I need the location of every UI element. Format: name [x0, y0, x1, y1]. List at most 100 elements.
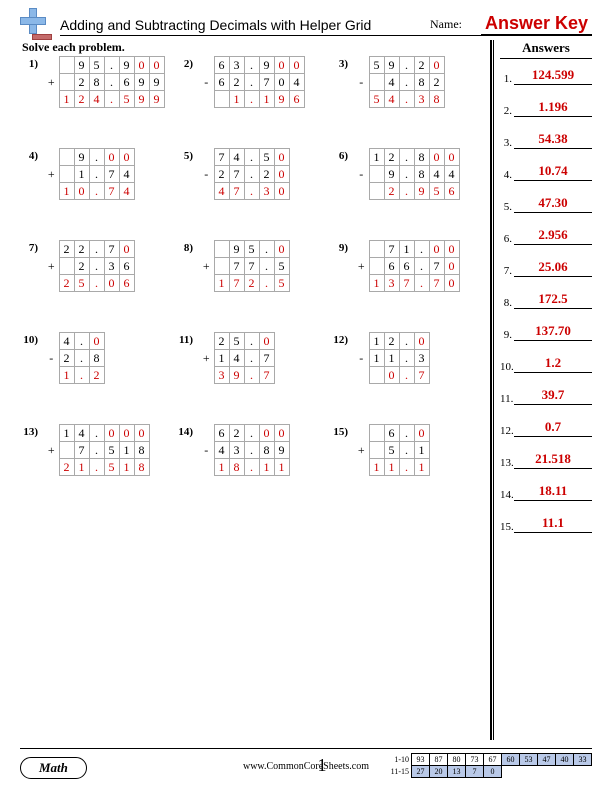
operator: -	[44, 350, 59, 367]
answer-number: 1.	[500, 73, 514, 85]
answer-value: 172.5	[514, 291, 592, 309]
grid-cell: 5	[369, 91, 384, 108]
answer-line: 3.54.38	[500, 131, 592, 149]
answer-number: 13.	[500, 457, 514, 469]
grid-cell: 1	[369, 149, 384, 166]
grid-cell: 0	[89, 333, 104, 350]
grid-cell: .	[89, 183, 104, 200]
score-cell: 67	[484, 754, 502, 766]
grid-cell: 2	[229, 425, 244, 442]
grid-cell: 5	[244, 241, 259, 258]
grid-cell: 2	[244, 275, 259, 292]
grid-cell: 1	[369, 333, 384, 350]
problem-number: 2)	[177, 56, 199, 70]
grid-cell	[369, 425, 384, 442]
grid-cell: 0	[274, 425, 289, 442]
grid-cell: 5	[274, 275, 289, 292]
grid-cell: .	[399, 74, 414, 91]
grid-cell: 0	[289, 57, 304, 74]
grid-cell: 6	[444, 183, 459, 200]
helper-grid: 22.70+2.3625.06	[44, 240, 135, 292]
grid-cell: .	[244, 350, 259, 367]
grid-cell: 5	[384, 442, 399, 459]
grid-cell: 9	[414, 183, 429, 200]
grid-cell: .	[399, 367, 414, 384]
problem: 6)12.800-9.8442.956	[332, 148, 480, 200]
grid-cell: 5	[274, 258, 289, 275]
grid-cell: 2	[74, 74, 89, 91]
grid-cell: 1	[274, 459, 289, 476]
grid-cell: 3	[229, 442, 244, 459]
grid-cell: 1	[74, 166, 89, 183]
problem-number: 1)	[22, 56, 44, 70]
score-cell: 87	[430, 754, 448, 766]
grid-cell: 1	[384, 459, 399, 476]
answer-number: 11.	[500, 393, 514, 405]
grid-cell: .	[244, 367, 259, 384]
grid-cell: 0	[119, 241, 134, 258]
grid-cell: .	[399, 149, 414, 166]
divider	[493, 40, 494, 740]
grid-cell: 2	[384, 333, 399, 350]
grid-cell: 0	[429, 241, 444, 258]
problem: 13)14.000+7.51821.518	[22, 424, 170, 476]
helper-grid: 4.0-2.81.2	[44, 332, 105, 384]
problem-number: 15)	[332, 424, 354, 438]
grid-cell	[369, 367, 384, 384]
grid-cell: 8	[259, 442, 274, 459]
score-cell: 80	[448, 754, 466, 766]
grid-cell: 1	[59, 425, 74, 442]
grid-cell: 2	[74, 241, 89, 258]
grid-cell: 0	[104, 425, 119, 442]
grid-cell: .	[74, 333, 89, 350]
score-cell: 93	[412, 754, 430, 766]
score-cell: 47	[538, 754, 556, 766]
grid-cell: .	[399, 350, 414, 367]
grid-cell	[214, 91, 229, 108]
grid-cell: 2	[429, 74, 444, 91]
grid-cell: 1	[59, 91, 74, 108]
grid-cell: 0	[429, 57, 444, 74]
answer-value: 137.70	[514, 323, 592, 341]
problem: 1)95.900+28.699124.599	[22, 56, 170, 108]
grid-cell: 1	[229, 91, 244, 108]
grid-cell: 9	[229, 241, 244, 258]
operator: +	[44, 258, 59, 275]
grid-cell: 0	[104, 149, 119, 166]
answer-line: 13.21.518	[500, 451, 592, 469]
grid-cell: 7	[104, 183, 119, 200]
score-cell: 33	[574, 754, 592, 766]
grid-cell: 7	[429, 258, 444, 275]
grid-cell	[59, 442, 74, 459]
answer-value: 1.196	[514, 99, 592, 117]
problem-number: 10)	[22, 332, 44, 346]
grid-cell: 7	[104, 166, 119, 183]
helper-grid: 74.50-27.2047.30	[199, 148, 290, 200]
logo-icon	[20, 8, 52, 40]
score-cell: 13	[448, 766, 466, 778]
grid-cell: .	[259, 241, 274, 258]
grid-cell: .	[89, 149, 104, 166]
grid-cell: 9	[384, 57, 399, 74]
grid-cell: 8	[414, 166, 429, 183]
grid-cell: .	[259, 275, 274, 292]
grid-cell: 6	[384, 258, 399, 275]
score-cell: 40	[556, 754, 574, 766]
grid-cell	[369, 166, 384, 183]
grid-cell: .	[74, 367, 89, 384]
grid-cell: 2	[384, 149, 399, 166]
grid-cell: 9	[384, 166, 399, 183]
grid-cell: 9	[134, 74, 149, 91]
grid-cell: 4	[119, 183, 134, 200]
grid-cell: 7	[74, 442, 89, 459]
problem-number: 5)	[177, 148, 199, 162]
score-cell: 7	[466, 766, 484, 778]
grid-cell: 8	[429, 91, 444, 108]
grid-cell: 1	[214, 350, 229, 367]
grid-cell: .	[414, 275, 429, 292]
grid-cell: .	[244, 57, 259, 74]
grid-cell: 6	[214, 74, 229, 91]
grid-cell: 8	[89, 74, 104, 91]
grid-cell: 4	[289, 74, 304, 91]
answer-value: 47.30	[514, 195, 592, 213]
